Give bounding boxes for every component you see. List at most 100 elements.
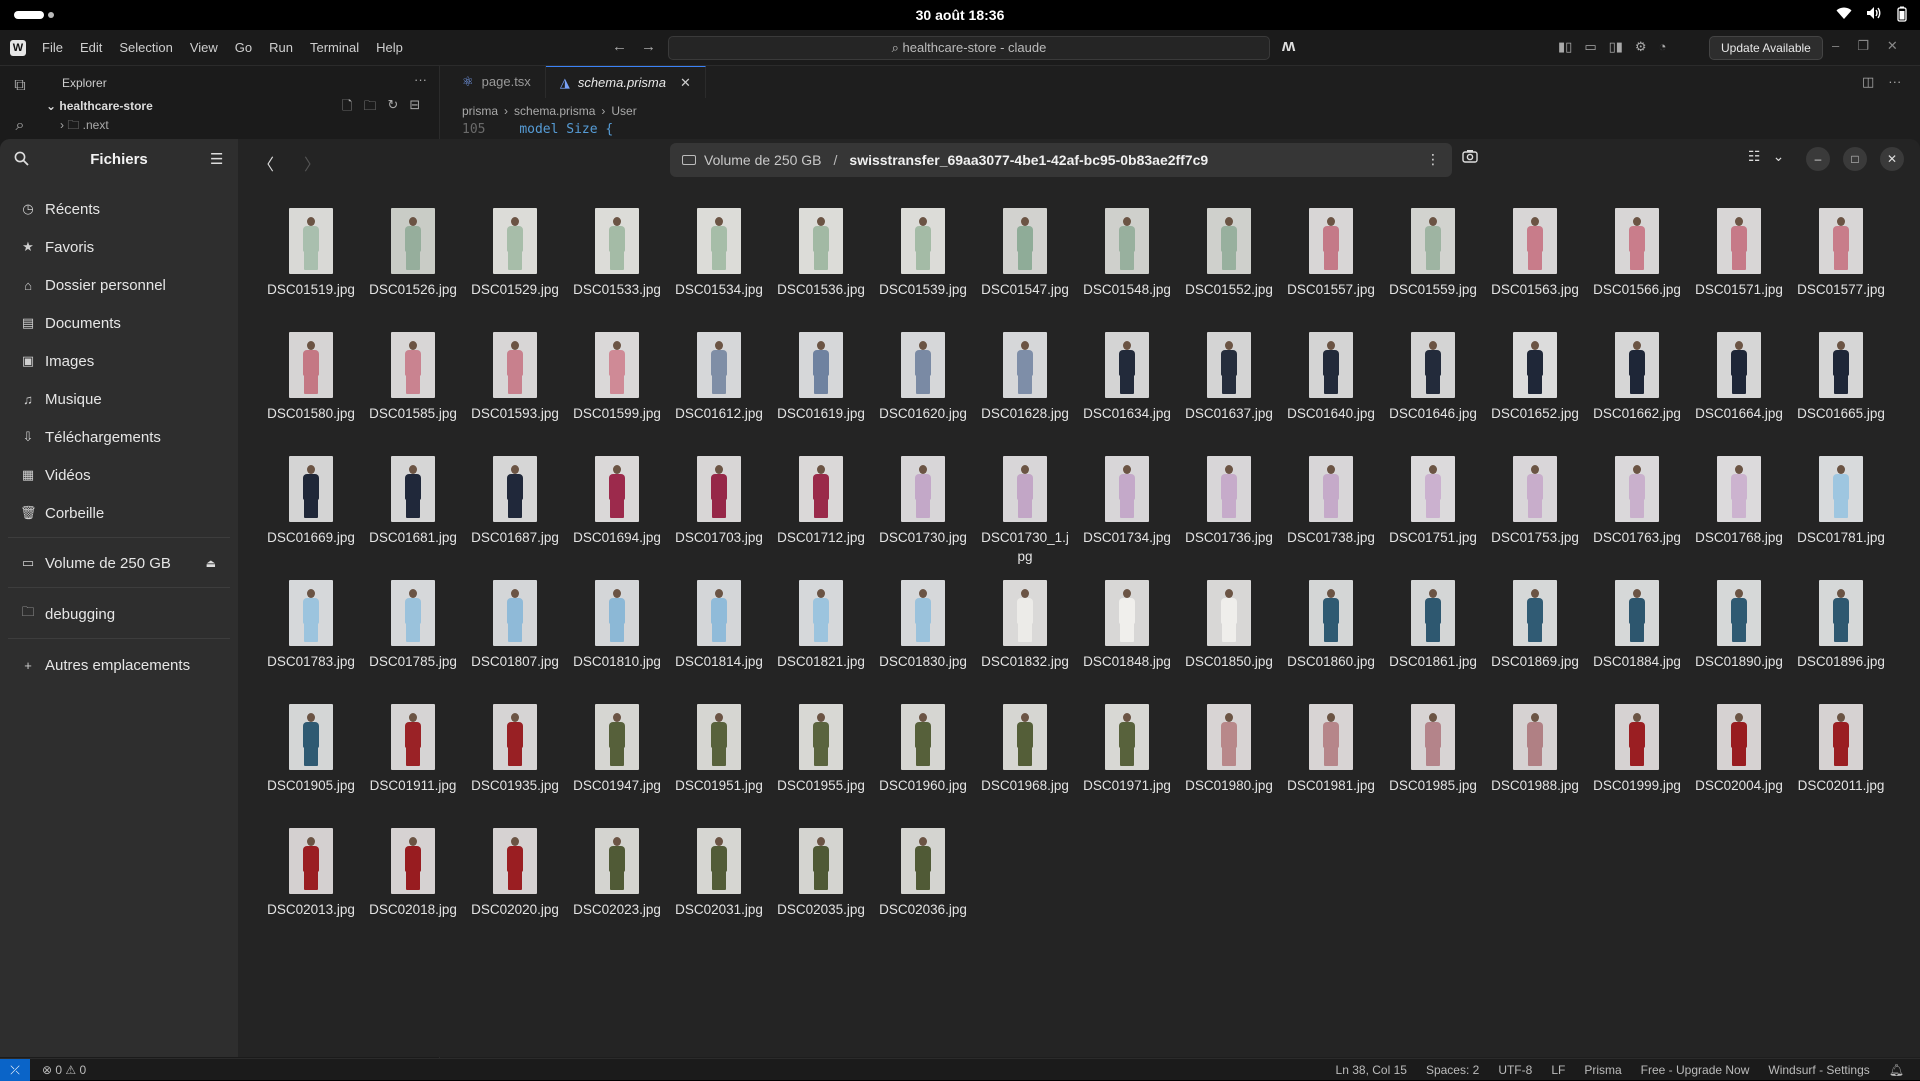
sidebar-item-music[interactable]: ♫ Musique (10, 383, 230, 415)
remote-indicator-icon[interactable]: ⤫ (0, 1059, 30, 1081)
file-item[interactable]: DSC01640.jpg (1280, 327, 1382, 451)
file-item[interactable]: DSC01768.jpg (1688, 451, 1790, 575)
sidebar-item-videos[interactable]: ▦ Vidéos (10, 459, 230, 491)
file-item[interactable]: DSC01999.jpg (1586, 699, 1688, 823)
file-item[interactable]: DSC01552.jpg (1178, 203, 1280, 327)
sidebar-item-images[interactable]: ▣ Images (10, 345, 230, 377)
language-mode[interactable]: Prisma (1584, 1063, 1621, 1077)
file-item[interactable]: DSC02031.jpg (668, 823, 770, 947)
account-icon[interactable]: ◔ (1659, 39, 1667, 55)
plan-status[interactable]: Free - Upgrade Now (1641, 1063, 1750, 1077)
file-item[interactable]: DSC01861.jpg (1382, 575, 1484, 699)
windsurf-settings[interactable]: Windsurf - Settings (1768, 1063, 1869, 1077)
file-item[interactable]: DSC01814.jpg (668, 575, 770, 699)
file-item[interactable]: DSC01681.jpg (362, 451, 464, 575)
file-item[interactable]: DSC01694.jpg (566, 451, 668, 575)
file-item[interactable]: DSC01896.jpg (1790, 575, 1892, 699)
indentation[interactable]: Spaces: 2 (1426, 1063, 1479, 1077)
file-item[interactable]: DSC01599.jpg (566, 327, 668, 451)
toggle-panel-icon[interactable]: ▭ (1584, 39, 1596, 55)
back-arrow-icon[interactable]: ← (612, 38, 627, 55)
breadcrumb-folder[interactable]: prisma (462, 104, 498, 118)
line-endings[interactable]: LF (1551, 1063, 1565, 1077)
file-item[interactable]: DSC01947.jpg (566, 699, 668, 823)
problems-indicator[interactable]: ⊗ 0 ⚠ 0 (42, 1063, 86, 1077)
file-item[interactable]: DSC01652.jpg (1484, 327, 1586, 451)
split-editor-icon[interactable]: ◫ (1862, 74, 1874, 90)
tree-folder[interactable]: › 🗀 .next (60, 116, 109, 137)
file-item[interactable]: DSC01807.jpg (464, 575, 566, 699)
notifications-bell-icon[interactable]: 🔔︎ (1889, 1063, 1904, 1077)
file-item[interactable]: DSC01534.jpg (668, 203, 770, 327)
file-item[interactable]: DSC01539.jpg (872, 203, 974, 327)
file-item[interactable]: DSC01783.jpg (260, 575, 362, 699)
file-item[interactable]: DSC01832.jpg (974, 575, 1076, 699)
command-center-search[interactable]: ⌕ healthcare-store - claude (668, 36, 1270, 60)
camera-icon[interactable] (1462, 149, 1478, 167)
path-volume[interactable]: Volume de 250 GB (704, 152, 822, 168)
more-actions-icon[interactable]: ··· (414, 72, 427, 87)
file-item[interactable]: DSC01612.jpg (668, 327, 770, 451)
view-options-chevron-icon[interactable]: ⌄ (1773, 148, 1785, 165)
file-item[interactable]: DSC01620.jpg (872, 327, 974, 451)
encoding[interactable]: UTF-8 (1498, 1063, 1532, 1077)
file-item[interactable]: DSC01559.jpg (1382, 203, 1484, 327)
file-item[interactable]: DSC02035.jpg (770, 823, 872, 947)
file-item[interactable]: DSC01687.jpg (464, 451, 566, 575)
file-item[interactable]: DSC01830.jpg (872, 575, 974, 699)
new-folder-icon[interactable]: 🗀 (363, 97, 376, 119)
sidebar-item-downloads[interactable]: ⇩ Téléchargements (10, 421, 230, 453)
file-item[interactable]: DSC01848.jpg (1076, 575, 1178, 699)
file-item[interactable]: DSC01751.jpg (1382, 451, 1484, 575)
file-item[interactable]: DSC01646.jpg (1382, 327, 1484, 451)
menu-go[interactable]: Go (235, 40, 252, 55)
file-item[interactable]: DSC01905.jpg (260, 699, 362, 823)
file-item[interactable]: DSC01981.jpg (1280, 699, 1382, 823)
sidebar-item-trash[interactable]: 🗑︎ Corbeille (10, 497, 230, 529)
file-item[interactable]: DSC02004.jpg (1688, 699, 1790, 823)
forward-arrow-icon[interactable]: → (641, 38, 656, 55)
file-item[interactable]: DSC02011.jpg (1790, 699, 1892, 823)
settings-gear-icon[interactable]: ⚙ (1635, 39, 1647, 55)
file-item[interactable]: DSC01890.jpg (1688, 575, 1790, 699)
file-item[interactable]: DSC01665.jpg (1790, 327, 1892, 451)
sidebar-item-debugging[interactable]: 🗀 debugging (10, 598, 230, 630)
file-item[interactable]: DSC01577.jpg (1790, 203, 1892, 327)
file-item[interactable]: DSC01669.jpg (260, 451, 362, 575)
file-item[interactable]: DSC01850.jpg (1178, 575, 1280, 699)
file-item[interactable]: DSC01860.jpg (1280, 575, 1382, 699)
file-item[interactable]: DSC01955.jpg (770, 699, 872, 823)
tab-page-tsx[interactable]: ⚛ page.tsx (448, 66, 546, 98)
file-item[interactable]: DSC01753.jpg (1484, 451, 1586, 575)
toggle-secondary-sidebar-icon[interactable]: ▯▮ (1609, 39, 1623, 55)
sidebar-item-home[interactable]: ⌂ Dossier personnel (10, 269, 230, 301)
sidebar-item-other-locations[interactable]: + Autres emplacements (10, 649, 230, 681)
sidebar-item-favorites[interactable]: ★ Favoris (10, 231, 230, 263)
menu-run[interactable]: Run (269, 40, 293, 55)
minimize-icon[interactable]: – (1832, 38, 1839, 54)
menu-selection[interactable]: Selection (119, 40, 172, 55)
file-item[interactable]: DSC01738.jpg (1280, 451, 1382, 575)
update-available-button[interactable]: Update Available (1709, 36, 1823, 60)
breadcrumb-symbol[interactable]: User (611, 104, 636, 118)
file-item[interactable]: DSC01580.jpg (260, 327, 362, 451)
file-item[interactable]: DSC01869.jpg (1484, 575, 1586, 699)
hamburger-menu-icon[interactable]: ☰ (210, 150, 223, 168)
location-bar[interactable]: Volume de 250 GB / swisstransfer_69aa307… (670, 143, 1452, 177)
toggle-sidebar-icon[interactable]: ▮▯ (1558, 39, 1572, 55)
menu-terminal[interactable]: Terminal (310, 40, 359, 55)
list-view-icon[interactable]: ☷ (1748, 148, 1761, 165)
file-item[interactable]: DSC01821.jpg (770, 575, 872, 699)
file-item[interactable]: DSC01703.jpg (668, 451, 770, 575)
file-item[interactable]: DSC01585.jpg (362, 327, 464, 451)
file-item[interactable]: DSC01730.jpg (872, 451, 974, 575)
menu-edit[interactable]: Edit (80, 40, 102, 55)
file-item[interactable]: DSC01712.jpg (770, 451, 872, 575)
sidebar-item-documents[interactable]: ▤ Documents (10, 307, 230, 339)
file-item[interactable]: DSC01533.jpg (566, 203, 668, 327)
cursor-position[interactable]: Ln 38, Col 15 (1336, 1063, 1407, 1077)
breadcrumb-file[interactable]: schema.prisma (514, 104, 595, 118)
close-tab-icon[interactable]: ✕ (680, 67, 691, 99)
file-item[interactable]: DSC02020.jpg (464, 823, 566, 947)
file-item[interactable]: DSC01557.jpg (1280, 203, 1382, 327)
